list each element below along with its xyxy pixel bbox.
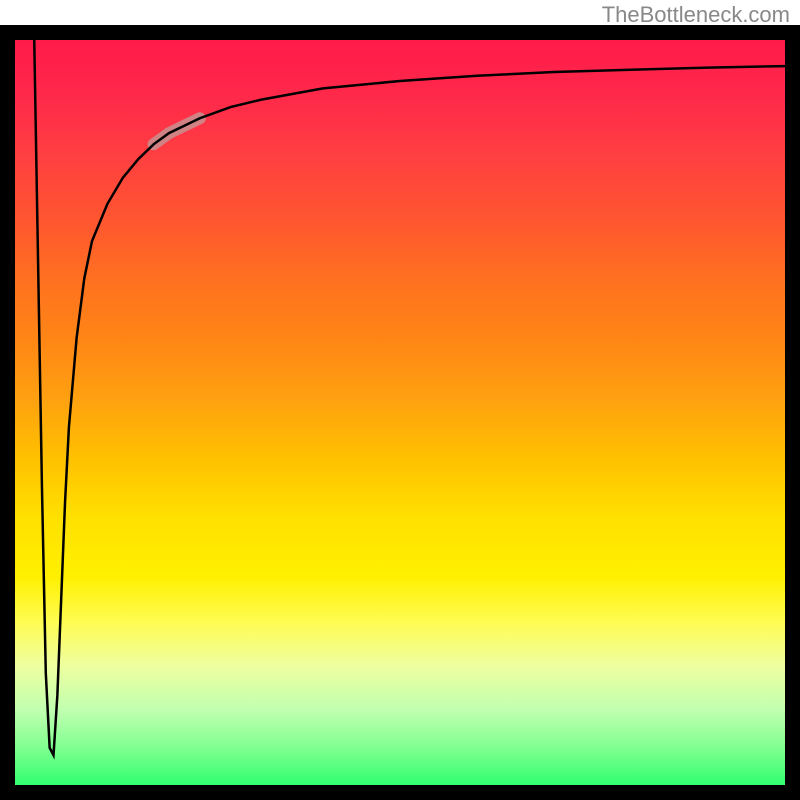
chart-frame [0, 25, 800, 800]
watermark-text: TheBottleneck.com [602, 2, 790, 28]
curve-svg [15, 40, 785, 785]
bottleneck-curve-line [34, 40, 785, 755]
plot-area [15, 40, 785, 785]
